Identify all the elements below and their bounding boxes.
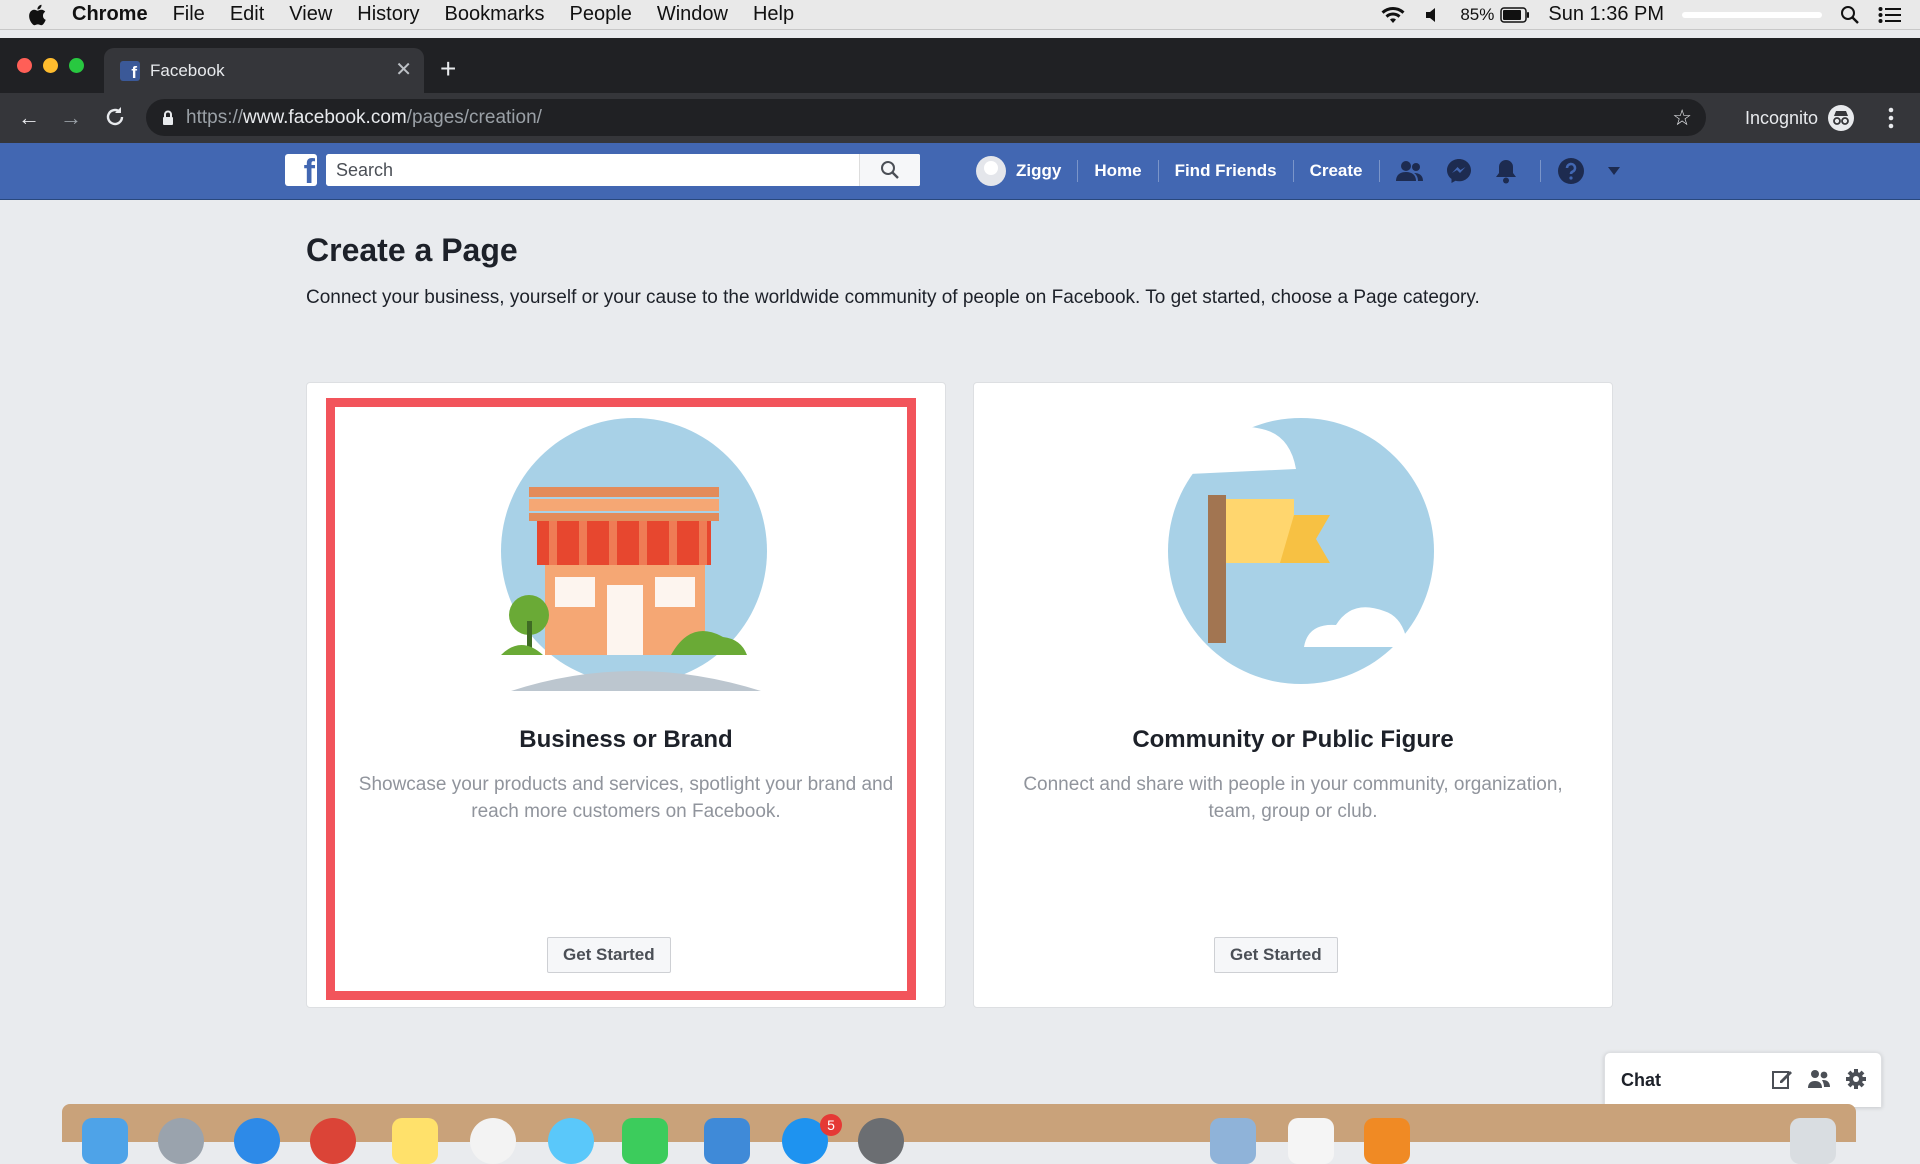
dock-keynote-icon[interactable] [704,1118,750,1164]
dock-finder-icon[interactable] [82,1118,128,1164]
dock-system-preferences-icon[interactable] [858,1118,904,1164]
facebook-logo-icon[interactable]: f [285,154,317,186]
dock-chrome-icon[interactable] [310,1118,356,1164]
window-close-button[interactable] [17,58,32,73]
incognito-icon [1828,105,1855,131]
macos-menu-bar: Chrome File Edit View History Bookmarks … [0,0,1920,30]
dock-pages-icon[interactable] [1364,1118,1410,1164]
dock-trash-icon[interactable] [1790,1118,1836,1164]
menu-file[interactable]: File [173,3,205,26]
back-arrow-icon[interactable]: ← [18,107,40,129]
dock-notes-icon[interactable] [392,1118,438,1164]
facebook-header: f Ziggy Home Find Friends Create [0,143,1920,200]
nav-home-link[interactable]: Home [1094,161,1141,181]
page-subtitle: Connect your business, yourself or your … [306,287,1480,308]
dock-preview-icon[interactable] [1210,1118,1256,1164]
dock-safari-icon[interactable] [234,1118,280,1164]
menu-edit[interactable]: Edit [230,3,264,26]
dock-photos-icon[interactable] [470,1118,516,1164]
search-icon [881,161,899,179]
menubar-clock[interactable]: Sun 1:36 PM [1548,3,1664,26]
nav-divider [1292,160,1294,182]
incognito-label: Incognito [1745,107,1819,128]
url-text[interactable]: https://www.facebook.com/pages/creation/ [186,107,542,129]
menu-window[interactable]: Window [657,3,728,26]
browser-tab-facebook[interactable]: Facebook ✕ [104,48,424,93]
url-host: www.facebook.com [243,106,407,128]
bookmark-star-icon[interactable]: ☆ [1672,105,1692,131]
menu-bookmarks[interactable]: Bookmarks [445,3,545,26]
chat-actions [1771,1068,1867,1090]
facebook-search [326,154,920,186]
menu-history[interactable]: History [357,3,419,26]
battery-percent: 85% [1460,4,1495,24]
menu-help[interactable]: Help [753,3,794,26]
group-chat-icon[interactable] [1807,1068,1831,1090]
lock-icon[interactable] [162,110,174,126]
menu-view[interactable]: View [289,3,332,26]
menu-people[interactable]: People [570,3,632,26]
compose-message-icon[interactable] [1771,1068,1793,1090]
menu-app-name[interactable]: Chrome [72,3,148,26]
battery-icon[interactable] [1500,6,1530,23]
wifi-icon[interactable] [1380,5,1406,25]
community-or-public-figure-card[interactable]: Community or Public Figure Connect and s… [973,382,1613,1008]
dock-textedit-icon[interactable] [1288,1118,1334,1164]
search-button[interactable] [859,154,920,186]
nav-create-link[interactable]: Create [1310,161,1363,181]
url-scheme: https:// [186,106,244,128]
highlight-annotation-box [326,398,916,1000]
tab-title: Facebook [150,60,225,80]
chat-label: Chat [1621,1069,1661,1090]
redacted-username [1682,11,1822,18]
window-zoom-button[interactable] [69,58,84,73]
facebook-favicon-icon [120,60,140,83]
page-title: Create a Page [306,232,518,268]
reload-icon[interactable] [104,106,126,128]
address-bar[interactable]: https://www.facebook.com/pages/creation/… [146,99,1706,136]
window-minimize-button[interactable] [43,58,58,73]
help-icon[interactable] [1557,157,1585,185]
profile-link[interactable]: Ziggy [1016,161,1061,181]
facebook-nav: Ziggy Home Find Friends Create [976,143,1643,199]
dock-launchpad-icon[interactable] [158,1118,204,1164]
dock-facetime-icon[interactable] [622,1118,668,1164]
chat-tab[interactable]: Chat [1604,1052,1882,1107]
spotlight-search-icon[interactable] [1840,5,1860,25]
incognito-indicator[interactable]: Incognito [1745,105,1855,131]
card-description: Connect and share with people in your co… [1023,774,1563,822]
notification-center-icon[interactable] [1878,6,1902,24]
nav-divider [1077,160,1079,182]
search-input[interactable] [326,154,859,186]
apple-logo-icon[interactable] [26,3,48,27]
forward-arrow-icon[interactable]: → [60,107,82,129]
nav-divider [1378,160,1380,182]
new-tab-button[interactable]: + [440,55,456,83]
nav-find-friends-link[interactable]: Find Friends [1175,161,1277,181]
card-title: Community or Public Figure [1132,726,1454,753]
dock-notification-badge: 5 [820,1114,842,1136]
url-path: /pages/creation/ [406,106,542,128]
friend-requests-icon[interactable] [1395,160,1424,182]
flag-illustration-icon [1168,418,1434,684]
community-get-started-button[interactable]: Get Started [1214,937,1338,973]
menubar-status-area: 85% Sun 1:36 PM [1380,0,1920,29]
chat-settings-gear-icon[interactable] [1845,1068,1867,1090]
nav-divider [1539,160,1541,182]
notifications-bell-icon[interactable] [1494,158,1518,184]
messenger-icon[interactable] [1446,158,1472,184]
browser-menu-icon[interactable] [1888,107,1894,129]
avatar[interactable] [976,156,1006,186]
browser-toolbar: ← → https://www.facebook.com/pages/creat… [0,93,1920,143]
tab-close-icon[interactable]: ✕ [395,60,412,80]
nav-divider [1157,160,1159,182]
account-menu-chevron-down-icon[interactable] [1607,166,1621,176]
dock-messages-icon[interactable] [548,1118,594,1164]
volume-icon[interactable] [1424,6,1442,24]
